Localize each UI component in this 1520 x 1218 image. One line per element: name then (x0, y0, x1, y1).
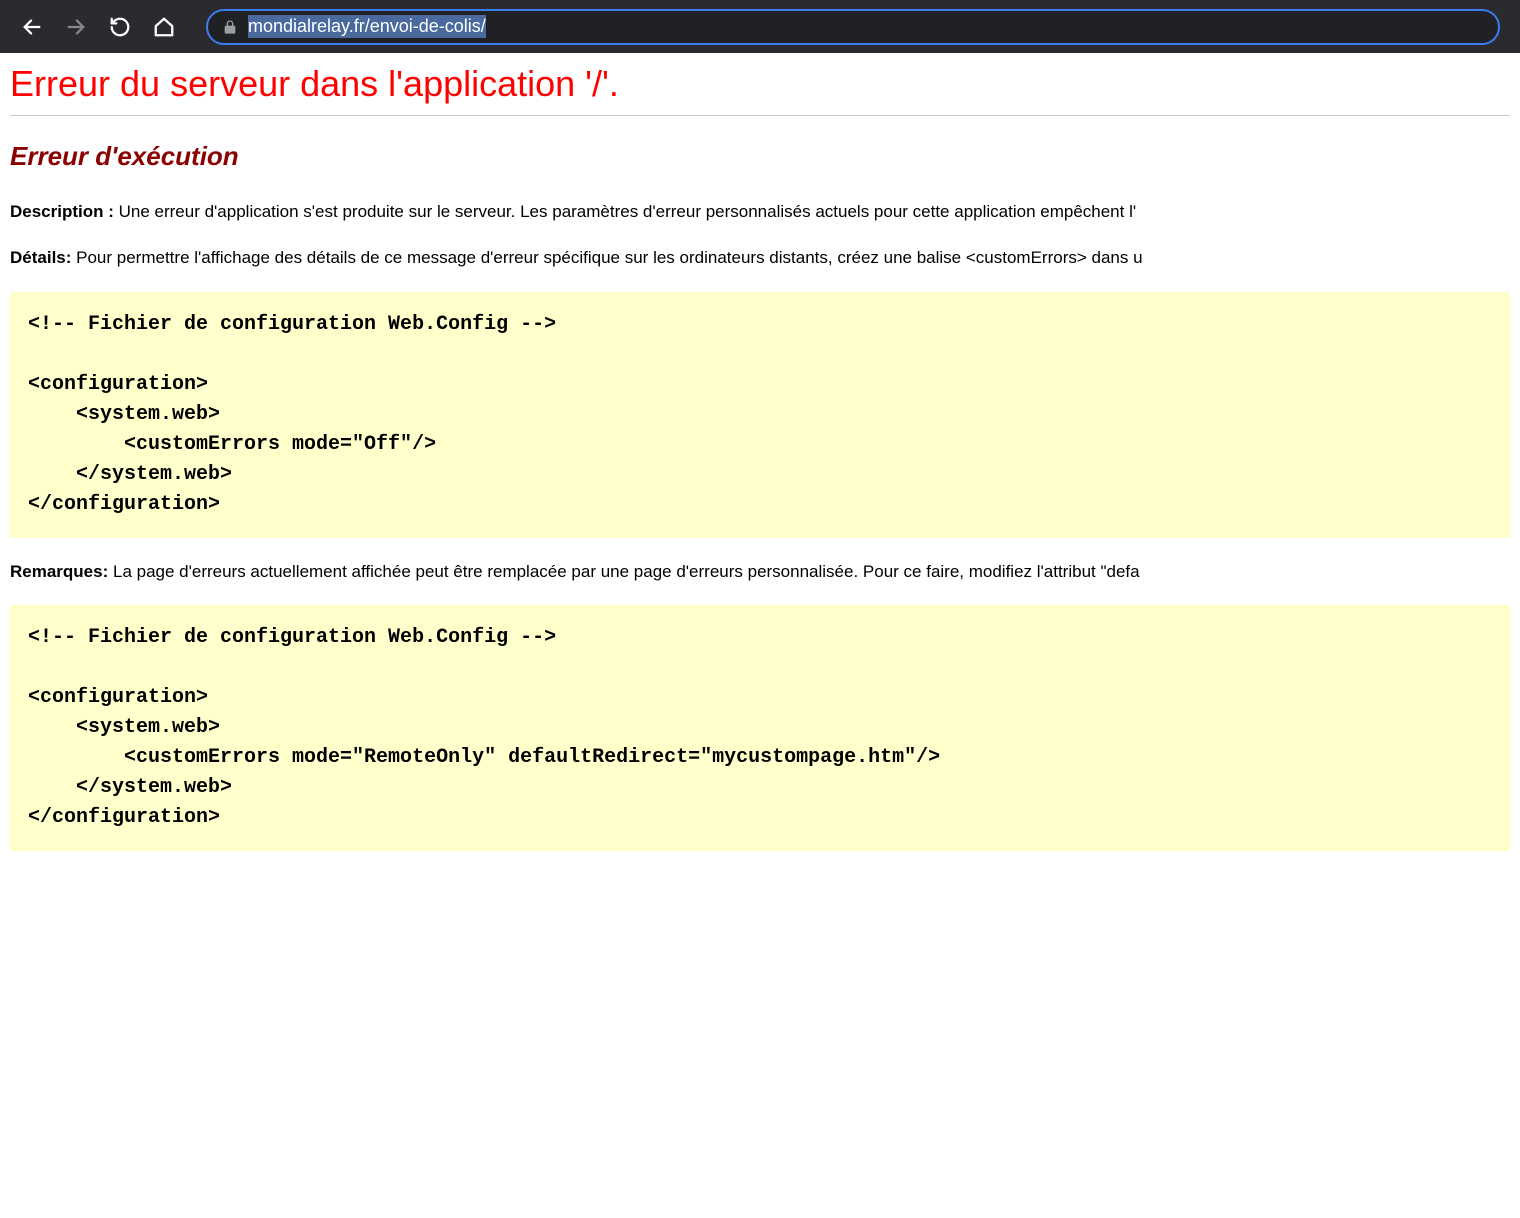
browser-toolbar: mondialrelay.fr/envoi-de-colis/ (0, 0, 1520, 53)
back-button[interactable] (20, 15, 44, 39)
description-paragraph: Description : Une erreur d'application s… (10, 200, 1510, 224)
url-text: mondialrelay.fr/envoi-de-colis/ (248, 15, 486, 38)
page-content: Erreur du serveur dans l'application '/'… (0, 53, 1520, 883)
reload-button[interactable] (108, 15, 132, 39)
divider (10, 115, 1510, 116)
details-paragraph: Détails: Pour permettre l'affichage des … (10, 246, 1510, 270)
arrow-left-icon (21, 16, 43, 38)
description-label: Description : (10, 202, 119, 221)
error-subtitle: Erreur d'exécution (10, 141, 1510, 172)
home-icon (153, 16, 175, 38)
description-text: Une erreur d'application s'est produite … (119, 202, 1136, 221)
reload-icon (109, 16, 131, 38)
remarks-text: La page d'erreurs actuellement affichée … (113, 562, 1140, 581)
code-block-1: <!-- Fichier de configuration Web.Config… (10, 292, 1510, 538)
error-title: Erreur du serveur dans l'application '/'… (10, 63, 1510, 105)
details-text: Pour permettre l'affichage des détails d… (76, 248, 1142, 267)
home-button[interactable] (152, 15, 176, 39)
details-label: Détails: (10, 248, 76, 267)
forward-button[interactable] (64, 15, 88, 39)
remarks-label: Remarques: (10, 562, 113, 581)
address-bar[interactable]: mondialrelay.fr/envoi-de-colis/ (206, 9, 1500, 45)
code-block-2: <!-- Fichier de configuration Web.Config… (10, 605, 1510, 851)
remarks-paragraph: Remarques: La page d'erreurs actuellemen… (10, 560, 1510, 584)
arrow-right-icon (65, 16, 87, 38)
lock-icon (222, 19, 238, 35)
